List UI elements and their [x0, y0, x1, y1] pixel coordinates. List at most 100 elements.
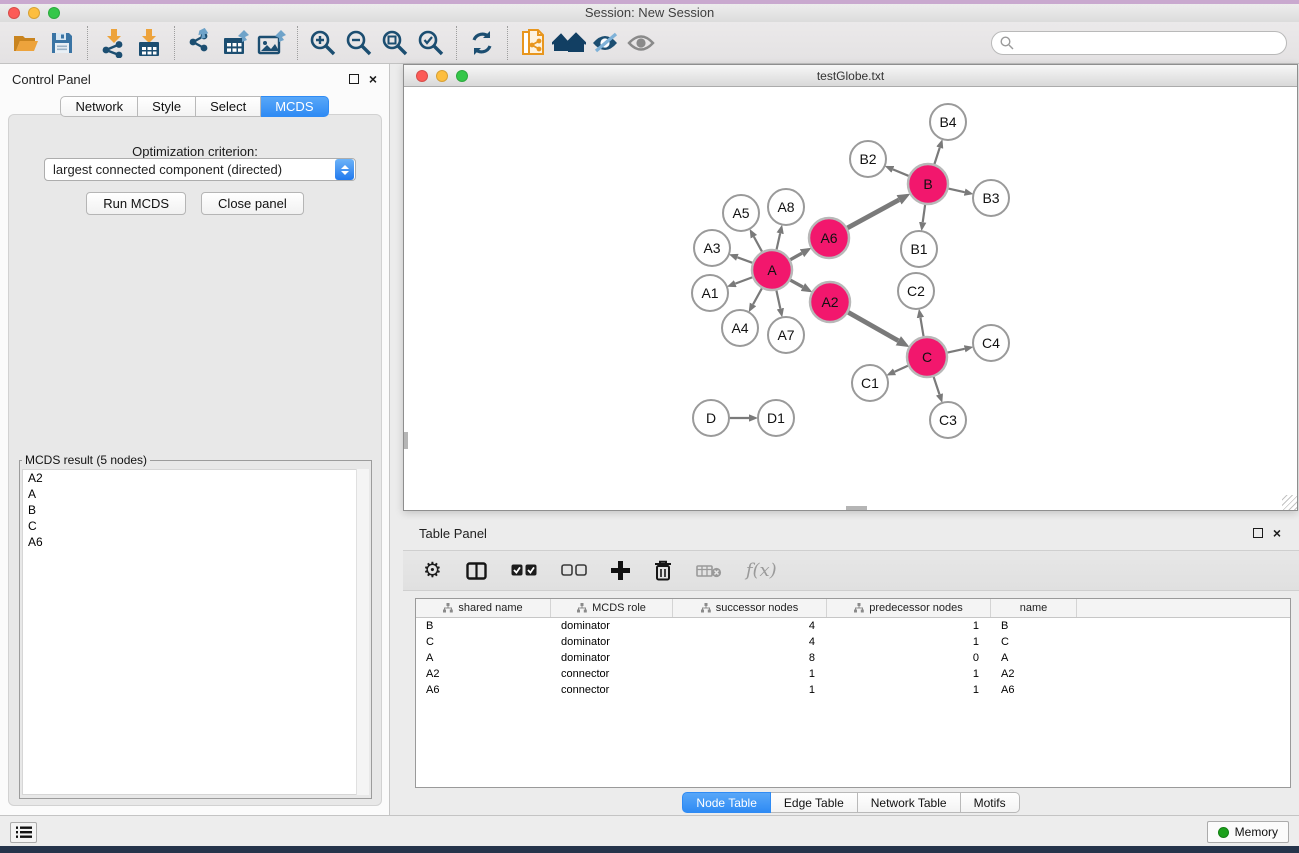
network-canvas[interactable]: A A1 A2 A3 A4 A5 A6 A7 A8 B B1 B2 B3 B4 C C1 C2 C3 C4 D D1	[404, 88, 1297, 510]
tab-network[interactable]: Network	[60, 96, 138, 117]
export-image-button[interactable]	[254, 25, 290, 61]
network-horizontal-scrollbar[interactable]	[846, 506, 867, 510]
hide-graphics-details-button[interactable]	[587, 25, 623, 61]
delete-column-button[interactable]	[654, 560, 672, 581]
graph-node-D1[interactable]: D1	[758, 400, 794, 436]
graph-node-A5[interactable]: A5	[723, 195, 759, 231]
close-panel-icon[interactable]: ×	[369, 74, 377, 84]
function-builder-button[interactable]: f(x)	[746, 560, 777, 581]
graph-node-A4[interactable]: A4	[722, 310, 758, 346]
open-session-button[interactable]	[8, 25, 44, 61]
search-field[interactable]	[991, 31, 1287, 55]
graph-node-B[interactable]: B	[908, 164, 948, 204]
close-table-panel-icon[interactable]: ×	[1273, 528, 1281, 538]
delete-table-button[interactable]	[696, 564, 722, 578]
graph-node-A8[interactable]: A8	[768, 189, 804, 225]
search-input[interactable]	[1020, 36, 1278, 50]
select-all-columns-button[interactable]	[511, 564, 537, 577]
svg-text:A8: A8	[777, 199, 794, 215]
table-row[interactable]: Cdominator41C	[416, 634, 1290, 650]
table-tab-node-table[interactable]: Node Table	[682, 792, 771, 813]
graph-node-C2[interactable]: C2	[898, 273, 934, 309]
graph-node-A3[interactable]: A3	[694, 230, 730, 266]
export-table-button[interactable]	[218, 25, 254, 61]
graph-edge-A2-C[interactable]	[846, 311, 899, 341]
criterion-dropdown[interactable]: largest connected component (directed)	[44, 158, 356, 181]
zoom-fit-icon	[381, 29, 409, 57]
zoom-out-button[interactable]	[341, 25, 377, 61]
minimize-network-window-icon[interactable]	[436, 70, 448, 82]
deselect-all-columns-button[interactable]	[561, 564, 587, 577]
graph-node-A7[interactable]: A7	[768, 317, 804, 353]
result-item-a2[interactable]: A2	[23, 470, 368, 486]
tab-mcds[interactable]: MCDS	[261, 96, 328, 117]
minimize-window-icon[interactable]	[28, 7, 40, 19]
eye-slash-icon	[590, 31, 620, 55]
float-panel-icon[interactable]	[349, 74, 359, 84]
column-header-predecessor-nodes[interactable]: predecessor nodes	[827, 599, 991, 617]
export-network-button[interactable]	[182, 25, 218, 61]
column-header-mcds-role[interactable]: MCDS role	[551, 599, 673, 617]
show-graphics-details-button[interactable]	[623, 25, 659, 61]
close-window-icon[interactable]	[8, 7, 20, 19]
svg-text:A6: A6	[820, 230, 837, 246]
import-network-button[interactable]	[95, 25, 131, 61]
mcds-result-list[interactable]: A2ABCA6	[22, 469, 369, 795]
close-network-window-icon[interactable]	[416, 70, 428, 82]
zoom-selected-button[interactable]	[413, 25, 449, 61]
table-tab-edge-table[interactable]: Edge Table	[771, 792, 858, 813]
clone-network-button[interactable]	[515, 25, 551, 61]
zoom-window-icon[interactable]	[48, 7, 60, 19]
tab-style[interactable]: Style	[138, 96, 196, 117]
column-header-successor-nodes[interactable]: successor nodes	[673, 599, 827, 617]
graph-node-A[interactable]: A	[752, 250, 792, 290]
close-panel-button[interactable]: Close panel	[201, 192, 304, 215]
graph-node-A6[interactable]: A6	[809, 218, 849, 258]
home-button[interactable]	[551, 25, 587, 61]
graph-node-B2[interactable]: B2	[850, 141, 886, 177]
graph-node-C3[interactable]: C3	[930, 402, 966, 438]
graph-node-D[interactable]: D	[693, 400, 729, 436]
table-settings-button[interactable]: ⚙	[423, 561, 442, 581]
table-row[interactable]: Adominator80A	[416, 650, 1290, 666]
graph-node-C4[interactable]: C4	[973, 325, 1009, 361]
graph-node-B3[interactable]: B3	[973, 180, 1009, 216]
graph-node-C[interactable]: C	[907, 337, 947, 377]
unchecked-boxes-icon	[561, 564, 587, 577]
zoom-in-button[interactable]	[305, 25, 341, 61]
import-table-button[interactable]	[131, 25, 167, 61]
result-list-scrollbar[interactable]	[356, 469, 369, 795]
column-header-shared-name[interactable]: shared name	[416, 599, 551, 617]
result-item-b[interactable]: B	[23, 502, 368, 518]
create-column-button[interactable]	[611, 561, 630, 580]
result-item-a[interactable]: A	[23, 486, 368, 502]
column-header-name[interactable]: name	[991, 599, 1077, 617]
refresh-button[interactable]	[464, 25, 500, 61]
task-history-button[interactable]	[10, 822, 37, 843]
run-mcds-button[interactable]: Run MCDS	[86, 192, 186, 215]
graph-edge-C-C2[interactable]	[920, 318, 924, 340]
graph-node-C1[interactable]: C1	[852, 365, 888, 401]
window-resize-grip[interactable]	[1282, 495, 1297, 510]
table-row[interactable]: A2connector11A2	[416, 666, 1290, 682]
zoom-fit-button[interactable]	[377, 25, 413, 61]
graph-node-A1[interactable]: A1	[692, 275, 728, 311]
show-column-panel-button[interactable]	[466, 562, 487, 580]
table-tab-motifs[interactable]: Motifs	[961, 792, 1020, 813]
zoom-network-window-icon[interactable]	[456, 70, 468, 82]
table-row[interactable]: Bdominator41B	[416, 618, 1290, 634]
open-folder-icon	[12, 31, 40, 55]
network-vertical-scrollbar[interactable]	[404, 432, 408, 449]
memory-button[interactable]: Memory	[1207, 821, 1289, 843]
graph-node-A2[interactable]: A2	[810, 282, 850, 322]
graph-node-B4[interactable]: B4	[930, 104, 966, 140]
graph-node-B1[interactable]: B1	[901, 231, 937, 267]
graph-edge-A6-B[interactable]	[845, 200, 899, 230]
result-item-a6[interactable]: A6	[23, 534, 368, 550]
table-tab-network-table[interactable]: Network Table	[858, 792, 961, 813]
save-session-button[interactable]	[44, 25, 80, 61]
float-table-panel-icon[interactable]	[1253, 528, 1263, 538]
result-item-c[interactable]: C	[23, 518, 368, 534]
table-row[interactable]: A6connector11A6	[416, 682, 1290, 698]
tab-select[interactable]: Select	[196, 96, 261, 117]
